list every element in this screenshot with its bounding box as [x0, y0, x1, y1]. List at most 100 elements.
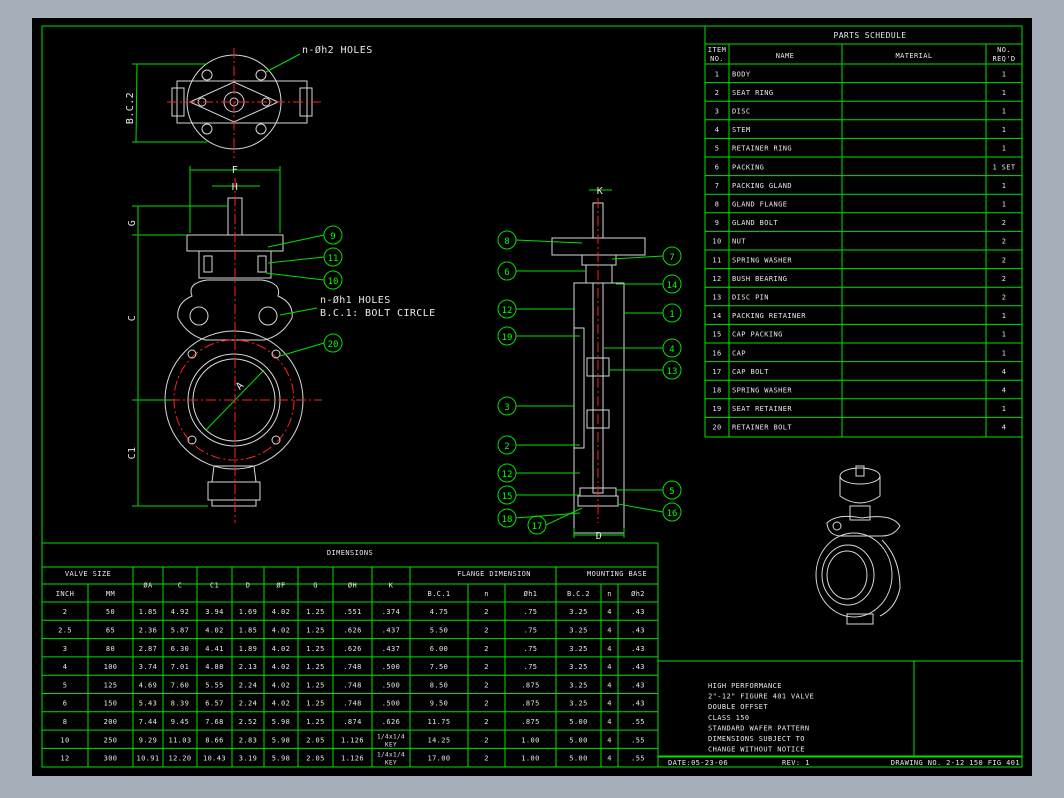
dims-cell: 1.25: [306, 645, 324, 653]
parts-item-name: CAP BOLT: [732, 368, 769, 376]
dims-col-header: MM: [106, 590, 115, 598]
dims-cell: 2.5: [58, 626, 72, 634]
parts-item-no: 2: [715, 89, 720, 97]
dims-cell: .875: [521, 681, 539, 689]
side-packing-gland: [581, 254, 617, 266]
dims-cell: 50: [106, 608, 115, 616]
balloon-10-text: 10: [328, 277, 339, 287]
title-line: CLASS 150: [708, 714, 750, 722]
parts-item-req: 1: [1002, 108, 1007, 116]
parts-item-req: 1: [1002, 331, 1007, 339]
parts-item-req: 1 SET: [992, 163, 1015, 171]
dims-cell: 3.25: [569, 663, 587, 671]
dims-cell: .875: [521, 700, 539, 708]
dims-cell: 4.41: [205, 645, 223, 653]
dims-cell: 4.69: [139, 681, 157, 689]
dims-cell: .875: [521, 718, 539, 726]
dims-cell: 6.30: [171, 645, 189, 653]
parts-item-name: CAP PACKING: [732, 331, 783, 339]
dims-cell: 4.92: [171, 608, 189, 616]
dims-col-header: ØH: [348, 582, 357, 590]
balloon-leader: [611, 255, 664, 260]
parts-item-req: 1: [1002, 182, 1007, 190]
balloon-19-text: 19: [502, 333, 513, 343]
dims-cell: 12: [60, 755, 69, 763]
dims-cell: 2.24: [239, 681, 257, 689]
dims-cell: 1.00: [521, 736, 539, 744]
title-line: DIMENSIONS SUBJECT TO: [708, 735, 805, 743]
dims-cell: 7.50: [430, 663, 448, 671]
dims-frame: [41, 542, 659, 768]
dims-cell: 4.02: [272, 663, 290, 671]
balloon-leader: [267, 256, 325, 264]
dims-cell: 4.02: [205, 626, 223, 634]
dims-rows: 2 50 1.85 4.92 3.94 1.69 4.02 1.25.551.374 4.75 2…: [58, 608, 645, 766]
parts-item-req: 1: [1002, 405, 1007, 413]
parts-item-req: 1: [1002, 126, 1007, 134]
parts-schedule: PARTS SCHEDULE ITEM NO. NAME MATERIAL NO…: [704, 25, 1023, 438]
front-lug-hole: [258, 306, 278, 326]
dims-cell: 1.25: [306, 626, 324, 634]
parts-item-no: 20: [712, 424, 721, 432]
title-rev: REV: 1: [782, 759, 810, 767]
dims-col-header: ØA: [143, 582, 153, 590]
iso-mounting-body: [839, 476, 881, 504]
parts-item-no: 11: [712, 256, 721, 264]
dims-cell: 5.50: [430, 626, 448, 634]
parts-item-req: 4: [1002, 424, 1007, 432]
dims-cell: 3.25: [569, 681, 587, 689]
drawing-sheet: B.C.2 n-Øh2 HOLES F H A G C C1 n-Øh1 HOL…: [32, 18, 1032, 776]
dims-cell: 10.43: [203, 755, 226, 763]
dims-cell: 4: [607, 626, 612, 634]
side-balloons-left: 8 6 12 19 3 2 12 15 18 17: [497, 230, 586, 535]
top-mounting-hole: [201, 123, 213, 135]
cad-drawing: B.C.2 n-Øh2 HOLES F H A G C C1 n-Øh1 HOL…: [41, 25, 1023, 768]
dims-cell: 11.75: [427, 718, 450, 726]
dims-cell: 2.36: [139, 626, 157, 634]
balloon-13-text: 13: [667, 367, 678, 377]
front-cap-bolts: [211, 499, 257, 507]
dims-col-header: ØF: [276, 582, 285, 590]
balloon-4-text: 4: [669, 345, 674, 355]
parts-header-material: MATERIAL: [896, 52, 933, 60]
dims-cell: 5.55: [205, 681, 223, 689]
balloon-leader: [545, 507, 583, 526]
balloon-11-text: 11: [328, 254, 339, 264]
dims-cell: 6.57: [205, 700, 223, 708]
bc2-dim-line: [135, 63, 138, 143]
dims-cell: 1.25: [306, 608, 324, 616]
dims-col-header: INCH: [56, 590, 74, 598]
dims-cell: .500: [382, 700, 400, 708]
dims-cell: 4: [607, 608, 612, 616]
parts-item-no: 18: [712, 387, 721, 395]
dims-cell: 5: [63, 681, 68, 689]
balloon-18-text: 18: [502, 515, 513, 525]
dims-col-header: C1: [210, 582, 219, 590]
dims-cell: .43: [631, 663, 645, 671]
dims-cell: 5.98: [272, 718, 290, 726]
balloon-6-text: 6: [504, 268, 509, 278]
dims-cell: 150: [104, 700, 118, 708]
dims-cell: 4.75: [430, 608, 448, 616]
title-line: STANDARD WAFER PATTERN: [708, 724, 810, 732]
parts-item-req: 1: [1002, 89, 1007, 97]
dims-cell: 4.02: [272, 645, 290, 653]
parts-item-req: 2: [1002, 238, 1007, 246]
balloon-7-text: 7: [669, 253, 674, 263]
k-label: K: [597, 186, 603, 197]
title-line: DOUBLE OFFSET: [708, 703, 768, 711]
dims-cell: .75: [524, 608, 538, 616]
parts-header-no: NO.: [997, 46, 1011, 54]
parts-item-name: SPRING WASHER: [732, 256, 792, 264]
balloon-2-text: 2: [504, 442, 509, 452]
title-line: HIGH PERFORMANCE: [708, 682, 782, 690]
dims-cell: 200: [104, 718, 118, 726]
dims-cell: .43: [631, 626, 645, 634]
dims-cell: 250: [104, 736, 118, 744]
parts-item-req: 1: [1002, 312, 1007, 320]
dims-cell: 2: [484, 700, 489, 708]
dims-cell: 5.00: [569, 718, 587, 726]
dims-cell: 3.19: [239, 755, 257, 763]
iso-bore-outer: [821, 544, 875, 606]
balloon-leader: [617, 503, 664, 513]
